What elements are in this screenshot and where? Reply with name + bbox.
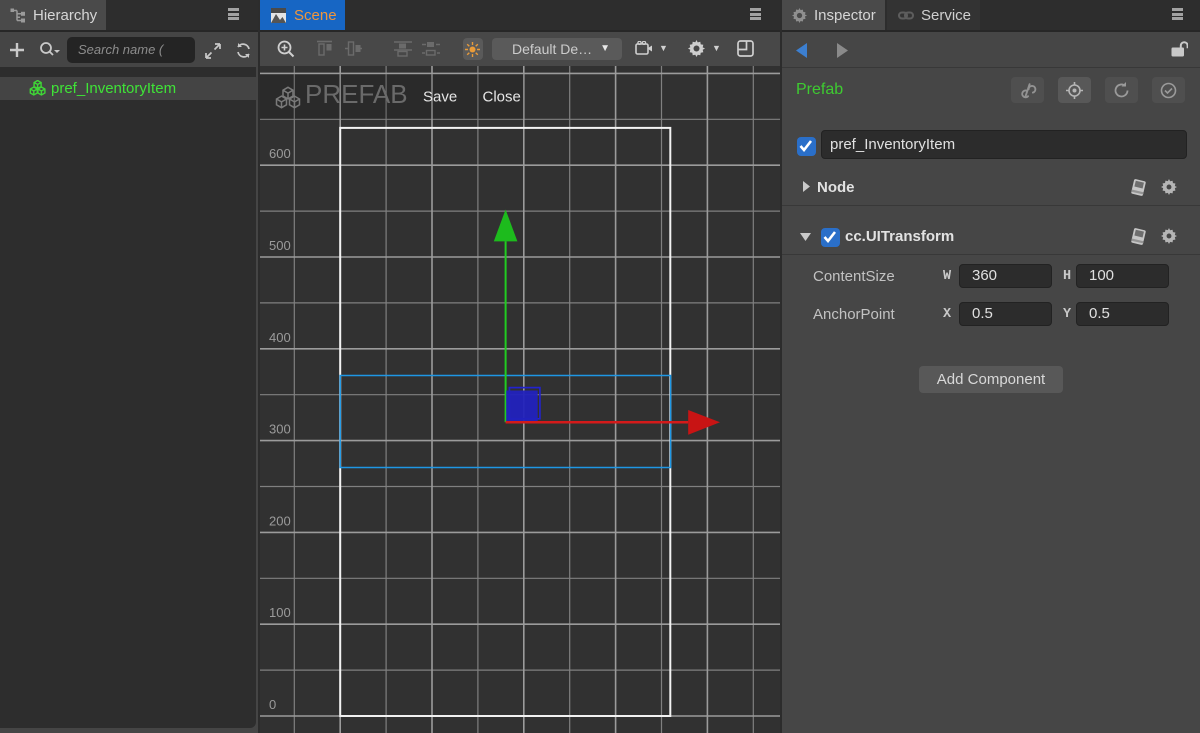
svg-text:200: 200	[269, 513, 291, 528]
svg-text:PREFAB: PREFAB	[305, 79, 408, 109]
svg-text:500: 500	[269, 238, 291, 253]
svg-text:400: 400	[269, 330, 291, 345]
svg-text:Save: Save	[423, 89, 457, 106]
svg-text:100: 100	[269, 605, 291, 620]
svg-text:600: 600	[269, 146, 291, 161]
svg-text:Close: Close	[483, 89, 521, 106]
svg-text:300: 300	[269, 422, 291, 437]
svg-text:0: 0	[269, 697, 276, 712]
